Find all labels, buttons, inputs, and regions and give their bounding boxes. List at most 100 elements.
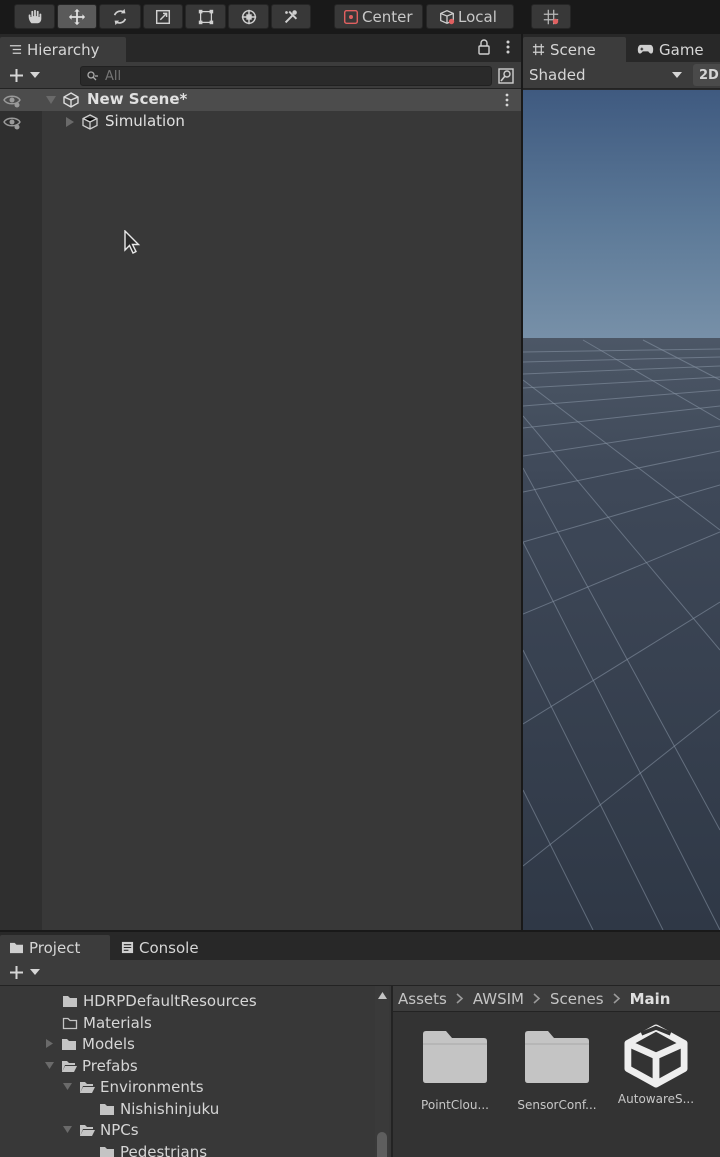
visibility-eye-icon[interactable] (3, 92, 21, 108)
folder-icon (100, 1146, 114, 1157)
folder-icon (63, 995, 77, 1007)
asset-item[interactable]: SensorConf... (507, 1030, 607, 1112)
chevron-right-icon (456, 993, 464, 1004)
rect-tool-button[interactable] (185, 4, 226, 29)
tree-item-nishishinjuku[interactable]: Nishishinjuku (99, 1098, 219, 1119)
visibility-eye-icon[interactable] (3, 114, 21, 130)
tree-item-label: Prefabs (82, 1056, 138, 1075)
search-icon (87, 71, 98, 81)
scale-tool-button[interactable] (143, 4, 183, 29)
move-arrows-icon (68, 8, 86, 25)
tree-item-prefabs[interactable]: Prefabs (45, 1055, 138, 1076)
folder-icon (423, 1031, 487, 1083)
breadcrumb-item[interactable]: Scenes (550, 990, 604, 1008)
folder-icon (10, 942, 23, 954)
tree-scrollbar[interactable] (375, 986, 389, 1157)
custom-tool-button[interactable] (271, 4, 311, 29)
pivot-space-button[interactable]: Local (426, 4, 514, 29)
tab-game[interactable]: Game (628, 37, 720, 62)
hierarchy-item-simulation[interactable]: Simulation (0, 111, 521, 133)
breadcrumb: Assets AWSIM Scenes Main (393, 986, 720, 1012)
scene-view-panel: Scene Game Shaded 2D (523, 34, 720, 930)
foldout-collapsed-icon[interactable] (65, 117, 75, 127)
unity-scene-icon (63, 92, 79, 108)
search-by-type-icon[interactable] (496, 66, 516, 86)
scroll-up-icon[interactable] (378, 992, 387, 999)
visibility-column (0, 89, 42, 930)
transform-icon (241, 9, 256, 24)
console-icon (121, 941, 134, 954)
asset-name: PointClou... (421, 1098, 489, 1112)
tab-scene[interactable]: Scene (523, 37, 626, 62)
scene-tab-bar: Scene Game (523, 34, 720, 62)
project-folder-tree: HDRPDefaultResources Materials Models Pr… (0, 986, 391, 1157)
tree-scroll-thumb[interactable] (377, 1132, 387, 1157)
tab-project[interactable]: Project (0, 935, 110, 960)
empty-folder-icon (62, 1017, 78, 1029)
tree-item-label: Environments (100, 1077, 204, 1096)
scene-menu-icon[interactable] (505, 93, 509, 107)
chevron-right-icon (613, 993, 620, 1004)
foldout-expanded-icon[interactable] (45, 1061, 54, 1070)
project-create-button[interactable] (8, 964, 40, 981)
tree-item-models[interactable]: Models (45, 1033, 135, 1054)
breadcrumb-current[interactable]: Main (630, 990, 671, 1008)
hierarchy-tab-bar: Hierarchy (0, 34, 521, 62)
tab-hierarchy[interactable]: Hierarchy (0, 37, 126, 62)
lock-icon[interactable] (477, 39, 491, 55)
tree-item-npcs[interactable]: NPCs (63, 1119, 139, 1140)
foldout-expanded-icon[interactable] (63, 1125, 72, 1134)
folder-icon (100, 1103, 114, 1115)
asset-item[interactable]: PointClou... (405, 1030, 505, 1112)
foldout-collapsed-icon[interactable] (45, 1039, 54, 1048)
scene-view-toolbar: Shaded 2D (523, 62, 720, 89)
toggle-2d-button[interactable]: 2D (693, 64, 720, 86)
asset-name: AutowareS... (617, 1092, 695, 1106)
main-toolbar: Center Local (0, 0, 720, 34)
tree-item-label: Materials (83, 1013, 152, 1032)
rotate-tool-button[interactable] (99, 4, 141, 29)
project-panel: Project Console HDRPDefaultResources Mat… (0, 932, 720, 1157)
hand-tool-button[interactable] (14, 4, 55, 29)
tab-game-label: Game (659, 40, 704, 59)
dropdown-arrow-icon (30, 72, 40, 78)
transform-tool-button[interactable] (228, 4, 269, 29)
foldout-expanded-icon[interactable] (63, 1082, 72, 1091)
hierarchy-search-input[interactable] (105, 68, 465, 84)
hierarchy-panel: Hierarchy New Scene* Simulation (0, 34, 521, 930)
tab-console[interactable]: Console (112, 935, 214, 960)
grid-snap-button[interactable] (531, 4, 571, 29)
tab-scene-label: Scene (550, 40, 596, 59)
open-folder-icon (80, 1081, 95, 1093)
hierarchy-search-field[interactable] (80, 66, 492, 86)
tree-item-label: NPCs (100, 1120, 139, 1139)
project-tab-bar: Project Console (0, 932, 720, 960)
hand-icon (28, 9, 41, 23)
folder-icon (62, 1038, 76, 1050)
draw-mode-label: Shaded (529, 66, 586, 84)
hierarchy-item-label: Simulation (105, 112, 185, 130)
mouse-cursor-icon (124, 230, 141, 254)
create-dropdown-button[interactable] (8, 67, 40, 84)
asset-item[interactable]: AutowareS... (606, 1024, 706, 1106)
breadcrumb-item[interactable]: AWSIM (473, 990, 524, 1008)
folder-icon (525, 1031, 589, 1083)
tree-item-hdrpdefaultresources[interactable]: HDRPDefaultResources (62, 990, 257, 1011)
hierarchy-scene-row[interactable]: New Scene* (0, 89, 521, 111)
pivot-mode-button[interactable]: Center (334, 4, 423, 29)
plus-icon (10, 69, 23, 82)
tree-item-materials[interactable]: Materials (62, 1012, 152, 1033)
list-icon (9, 45, 22, 54)
tools-icon (284, 9, 298, 23)
draw-mode-dropdown[interactable]: Shaded (523, 64, 688, 86)
grid-snap-icon (543, 9, 559, 24)
scene-viewport[interactable] (523, 90, 720, 930)
scene-name: New Scene* (87, 90, 188, 108)
foldout-expanded-icon[interactable] (46, 95, 56, 105)
tree-item-environments[interactable]: Environments (63, 1076, 204, 1097)
move-tool-button[interactable] (57, 4, 97, 29)
tree-item-pedestrians[interactable]: Pedestrians (99, 1141, 207, 1157)
ground-plane (523, 338, 720, 930)
breadcrumb-item[interactable]: Assets (398, 990, 447, 1008)
kebab-menu-icon[interactable] (505, 39, 511, 55)
